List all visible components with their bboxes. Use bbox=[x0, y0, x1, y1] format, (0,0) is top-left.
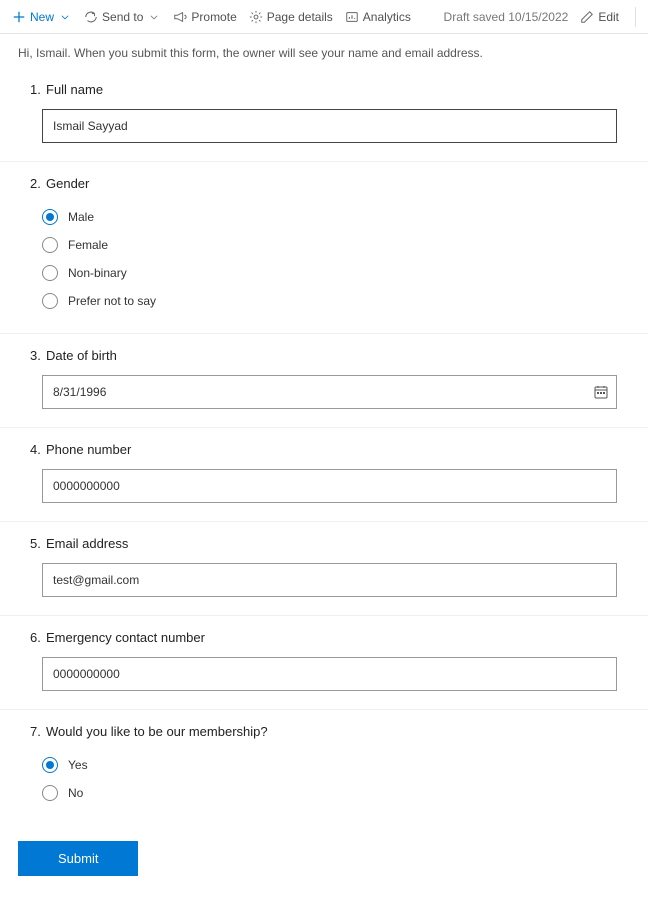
toolbar: New Send to Promote Page details bbox=[0, 0, 648, 34]
share-icon bbox=[84, 10, 98, 24]
gender-option-female[interactable]: Female bbox=[30, 231, 630, 259]
question-number: 3. bbox=[30, 348, 42, 363]
submit-button[interactable]: Submit bbox=[18, 841, 138, 876]
dob-field-wrap bbox=[42, 375, 617, 409]
promote-label: Promote bbox=[191, 10, 236, 24]
new-label: New bbox=[30, 10, 54, 24]
question-title: 7. Would you like to be our membership? bbox=[30, 724, 630, 739]
gear-icon bbox=[249, 10, 263, 24]
plus-icon bbox=[12, 10, 26, 24]
promote-button[interactable]: Promote bbox=[173, 10, 236, 24]
email-input[interactable] bbox=[42, 563, 617, 597]
question-fullname: 1. Full name bbox=[0, 68, 648, 162]
question-number: 5. bbox=[30, 536, 42, 551]
question-dob: 3. Date of birth bbox=[0, 334, 648, 428]
radio-icon bbox=[42, 293, 58, 309]
question-title: 2. Gender bbox=[30, 176, 630, 191]
gender-option-nonbinary[interactable]: Non-binary bbox=[30, 259, 630, 287]
option-label: Prefer not to say bbox=[68, 294, 156, 308]
toolbar-right: Draft saved 10/15/2022 Edit bbox=[444, 7, 636, 27]
analytics-label: Analytics bbox=[363, 10, 411, 24]
question-emergency: 6. Emergency contact number bbox=[0, 616, 648, 710]
option-label: Non-binary bbox=[68, 266, 127, 280]
radio-icon bbox=[42, 265, 58, 281]
question-title: 1. Full name bbox=[30, 82, 630, 97]
calendar-icon[interactable] bbox=[593, 384, 609, 400]
analytics-button[interactable]: Analytics bbox=[345, 10, 411, 24]
question-number: 1. bbox=[30, 82, 42, 97]
question-gender: 2. Gender Male Female Non-binary Prefer … bbox=[0, 162, 648, 334]
question-number: 4. bbox=[30, 442, 42, 457]
radio-icon bbox=[42, 785, 58, 801]
question-label: Gender bbox=[46, 176, 89, 191]
membership-option-yes[interactable]: Yes bbox=[30, 751, 630, 779]
divider bbox=[635, 7, 636, 27]
question-label: Phone number bbox=[46, 442, 131, 457]
question-label: Would you like to be our membership? bbox=[46, 724, 268, 739]
question-title: 5. Email address bbox=[30, 536, 630, 551]
intro-text: Hi, Ismail. When you submit this form, t… bbox=[0, 34, 648, 68]
fullname-input[interactable] bbox=[42, 109, 617, 143]
question-number: 6. bbox=[30, 630, 42, 645]
pagedetails-button[interactable]: Page details bbox=[249, 10, 333, 24]
edit-label: Edit bbox=[598, 10, 619, 24]
gender-option-prefernot[interactable]: Prefer not to say bbox=[30, 287, 630, 315]
new-button[interactable]: New bbox=[12, 10, 72, 24]
draft-saved-label: Draft saved 10/15/2022 bbox=[444, 10, 569, 24]
chart-icon bbox=[345, 10, 359, 24]
question-phone: 4. Phone number bbox=[0, 428, 648, 522]
edit-button[interactable]: Edit bbox=[580, 10, 619, 24]
question-email: 5. Email address bbox=[0, 522, 648, 616]
pencil-icon bbox=[580, 10, 594, 24]
option-label: Yes bbox=[68, 758, 88, 772]
toolbar-left: New Send to Promote Page details bbox=[12, 10, 411, 24]
phone-input[interactable] bbox=[42, 469, 617, 503]
radio-icon bbox=[42, 237, 58, 253]
sendto-label: Send to bbox=[102, 10, 143, 24]
option-label: No bbox=[68, 786, 83, 800]
question-number: 7. bbox=[30, 724, 42, 739]
option-label: Female bbox=[68, 238, 108, 252]
question-label: Email address bbox=[46, 536, 128, 551]
option-label: Male bbox=[68, 210, 94, 224]
chevron-down-icon bbox=[147, 10, 161, 24]
gender-option-male[interactable]: Male bbox=[30, 203, 630, 231]
question-number: 2. bbox=[30, 176, 42, 191]
question-label: Date of birth bbox=[46, 348, 117, 363]
question-label: Emergency contact number bbox=[46, 630, 205, 645]
question-title: 6. Emergency contact number bbox=[30, 630, 630, 645]
question-title: 4. Phone number bbox=[30, 442, 630, 457]
question-label: Full name bbox=[46, 82, 103, 97]
radio-icon bbox=[42, 757, 58, 773]
emergency-input[interactable] bbox=[42, 657, 617, 691]
dob-input[interactable] bbox=[42, 375, 617, 409]
membership-option-no[interactable]: No bbox=[30, 779, 630, 807]
pagedetails-label: Page details bbox=[267, 10, 333, 24]
question-title: 3. Date of birth bbox=[30, 348, 630, 363]
megaphone-icon bbox=[173, 10, 187, 24]
chevron-down-icon bbox=[58, 10, 72, 24]
question-membership: 7. Would you like to be our membership? … bbox=[0, 710, 648, 825]
sendto-button[interactable]: Send to bbox=[84, 10, 161, 24]
radio-icon bbox=[42, 209, 58, 225]
submit-area: Submit bbox=[0, 825, 648, 900]
